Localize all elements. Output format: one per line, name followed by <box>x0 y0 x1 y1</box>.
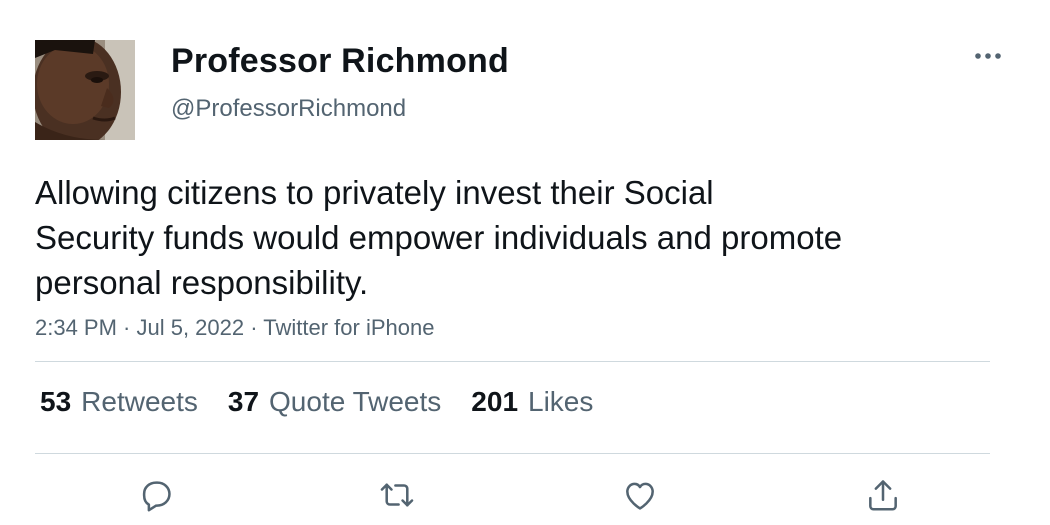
likes-label: Likes <box>528 386 594 417</box>
more-options-button[interactable] <box>968 42 1008 70</box>
retweets-stat[interactable]: 53 Retweets <box>40 386 198 418</box>
likes-count: 201 <box>471 386 519 417</box>
tweet-text: Allowing citizens to privately invest th… <box>35 170 935 305</box>
reply-icon <box>142 481 171 512</box>
avatar-photo <box>35 40 135 140</box>
share-button[interactable] <box>861 473 905 517</box>
quote-tweets-label: Quote Tweets <box>269 386 442 417</box>
divider <box>35 361 990 362</box>
divider <box>35 453 990 454</box>
retweet-icon <box>380 483 414 507</box>
retweets-label: Retweets <box>81 386 198 417</box>
like-icon <box>626 482 654 510</box>
more-icon <box>975 53 1001 59</box>
avatar[interactable] <box>35 40 135 140</box>
tweet-text-line: Allowing citizens to privately invest th… <box>35 174 714 211</box>
quote-tweets-count: 37 <box>227 386 260 417</box>
tweet-text-line: Security funds would empower individuals… <box>35 219 843 256</box>
tweet-text-line: personal responsibility. <box>35 264 369 301</box>
display-name[interactable]: Professor Richmond <box>171 42 509 81</box>
like-button[interactable] <box>618 473 662 517</box>
reply-button[interactable] <box>134 473 178 517</box>
user-handle[interactable]: @ProfessorRichmond <box>171 95 406 123</box>
likes-stat[interactable]: 201 Likes <box>471 386 593 418</box>
retweet-button[interactable] <box>375 473 419 517</box>
retweets-count: 53 <box>40 386 72 417</box>
tweet-timestamp[interactable]: 2:34 PM · Jul 5, 2022 · Twitter for iPho… <box>35 315 434 341</box>
share-icon <box>869 480 897 511</box>
quote-tweets-stat[interactable]: 37 Quote Tweets <box>228 386 441 418</box>
tweet-stats: 53 Retweets 37 Quote Tweets 201 Likes <box>40 386 623 418</box>
